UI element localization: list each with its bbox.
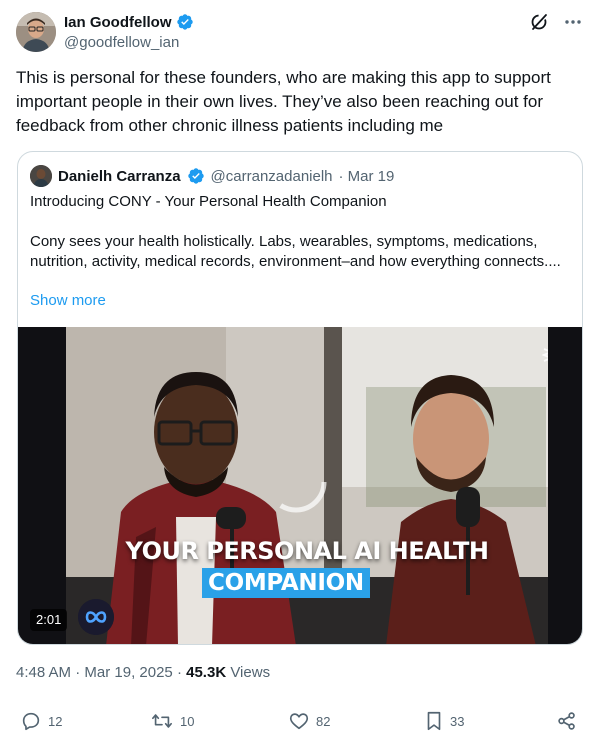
like-count: 82 bbox=[316, 713, 331, 729]
more-icon[interactable] bbox=[563, 12, 583, 32]
verified-badge-icon bbox=[176, 14, 193, 30]
like-button[interactable]: 82 bbox=[288, 710, 330, 732]
quote-author-handle: @carranzadanielh bbox=[210, 167, 333, 185]
repost-icon bbox=[152, 714, 172, 728]
reply-button[interactable]: 12 bbox=[20, 710, 62, 732]
show-more-link[interactable]: Show more bbox=[30, 292, 106, 309]
quoted-tweet[interactable]: Danielh Carranza @carranzadanielh · Mar … bbox=[17, 151, 583, 645]
share-button[interactable] bbox=[556, 710, 578, 732]
quote-text-line1: Introducing CONY - Your Personal Health … bbox=[30, 193, 387, 210]
tweet-time[interactable]: 4:48 AM bbox=[16, 664, 71, 681]
bookmark-count: 33 bbox=[450, 713, 465, 729]
views-count[interactable]: 45.3K bbox=[186, 664, 226, 681]
author-name[interactable]: Ian Goodfellow bbox=[64, 14, 172, 31]
repost-count: 10 bbox=[180, 713, 195, 729]
action-bar: 12 10 82 33 bbox=[20, 710, 580, 736]
tweet-text: This is personal for these founders, who… bbox=[16, 68, 551, 135]
like-icon bbox=[289, 713, 309, 730]
capcut-icon bbox=[542, 348, 548, 362]
quote-text-line2: Cony sees your health holistically. Labs… bbox=[30, 233, 561, 270]
video-duration: 2:01 bbox=[30, 609, 68, 631]
bookmark-icon bbox=[427, 711, 441, 731]
bookmark-button[interactable]: 33 bbox=[424, 710, 464, 732]
quote-header: Danielh Carranza @carranzadanielh · Mar … bbox=[30, 164, 394, 188]
timestamp-separator: · bbox=[172, 664, 187, 681]
share-icon bbox=[558, 712, 575, 730]
quote-author-avatar bbox=[30, 165, 52, 187]
video-caption-line1: YOUR PERSONAL AI HEALTH bbox=[125, 537, 489, 565]
quote-verified-badge-icon bbox=[187, 168, 204, 184]
quote-date: · Mar 19 bbox=[338, 167, 395, 185]
reply-icon bbox=[22, 712, 40, 731]
author-handle[interactable]: @goodfellow_ian bbox=[64, 34, 194, 51]
tweet-date[interactable]: Mar 19, 2025 bbox=[84, 664, 172, 681]
tweet-timestamp: 4:48 AM · Mar 19, 2025 · 45.3K Views bbox=[16, 664, 270, 681]
author-avatar[interactable] bbox=[16, 12, 56, 52]
video-frame: YOUR PERSONAL AI HEALTH COMPANION bbox=[66, 327, 548, 644]
timestamp-separator: · bbox=[71, 664, 85, 681]
repost-button[interactable]: 10 bbox=[150, 710, 194, 732]
grok-icon[interactable] bbox=[529, 12, 549, 32]
views-label: Views bbox=[226, 664, 271, 681]
video-caption-line2: COMPANION bbox=[202, 568, 370, 598]
video-player[interactable]: YOUR PERSONAL AI HEALTH COMPANION 2:01 bbox=[18, 327, 582, 644]
reply-count: 12 bbox=[48, 713, 63, 729]
meta-ai-logo-icon bbox=[78, 599, 114, 635]
quote-author-name: Danielh Carranza bbox=[58, 167, 181, 185]
tweet-header: Ian Goodfellow @goodfellow_ian bbox=[16, 12, 583, 56]
quote-text: Introducing CONY - Your Personal Health … bbox=[30, 192, 570, 272]
